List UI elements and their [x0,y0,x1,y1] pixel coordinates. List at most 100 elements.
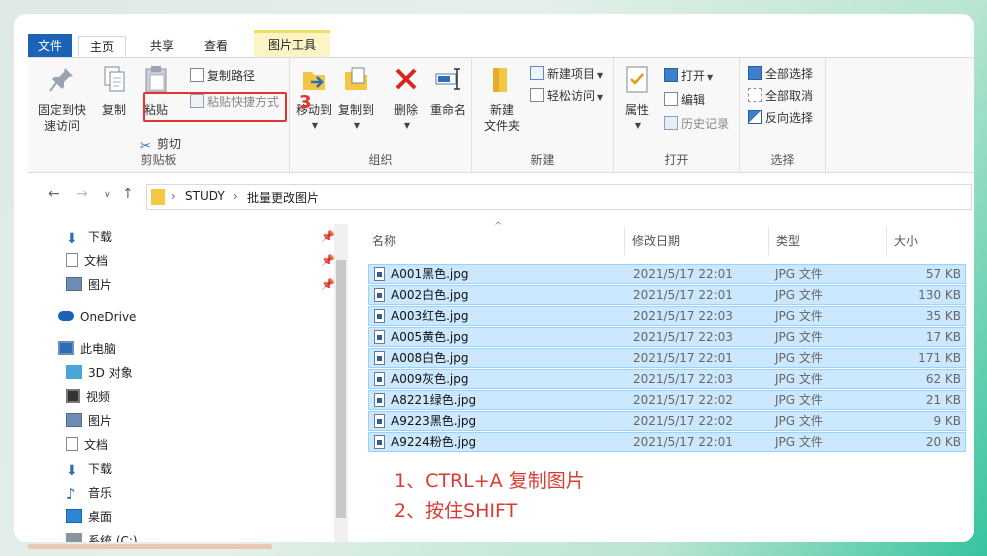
rename-button[interactable]: 重命名 [428,64,468,118]
nav-quick-pictures[interactable]: 图片 [66,274,112,296]
document-icon [66,437,78,451]
table-row[interactable]: A002白色.jpg 2021/5/17 22:01 JPG 文件 130 KB [368,285,966,305]
file-type: JPG 文件 [775,372,823,386]
file-name: A005黄色.jpg [391,330,469,344]
column-divider[interactable] [886,227,887,255]
table-row[interactable]: A001黑色.jpg 2021/5/17 22:01 JPG 文件 57 KB [368,264,966,284]
breadcrumb-study[interactable]: STUDY [185,189,225,203]
select-none-button[interactable]: 全部取消 [748,86,813,106]
rename-icon [435,68,460,90]
easy-access-button[interactable]: 轻松访问 ▼ [530,86,603,106]
nav-this-pc[interactable]: 此电脑 [58,338,116,360]
edit-button[interactable]: 编辑 [664,90,705,110]
tab-share[interactable]: 共享 [142,36,182,58]
nav-pc-system-c[interactable]: 系统 (C:) [66,530,138,542]
tab-home[interactable]: 主页 [78,36,126,58]
delete-label: 删除 [393,103,418,117]
pin-icon[interactable]: 📌 [321,254,335,267]
navigation-pane: ⬇ 下载 📌 文档 📌 图片 📌 OneDrive 此电脑 3D 对象 视频 图片… [28,220,350,542]
instruction-note-1: 1、CTRL+A 复制图片 [394,470,585,492]
invert-selection-label: 反向选择 [765,111,814,125]
nav-pc-downloads[interactable]: ⬇ 下载 [66,458,112,480]
delete-button[interactable]: 删除 ▼ [388,64,424,134]
image-file-icon [374,288,385,302]
file-size: 57 KB [925,267,961,281]
invert-selection-icon [748,110,762,124]
select-all-icon [748,66,762,80]
nav-pc-desktop[interactable]: 桌面 [66,506,112,528]
nav-pc-documents[interactable]: 文档 [66,434,108,456]
pin-quick-access-button[interactable]: 固定到快 速访问 [34,64,90,134]
pin-icon[interactable]: 📌 [321,230,335,243]
column-header-size[interactable]: 大小 [894,225,918,257]
copy-button[interactable]: 复制 [94,64,134,118]
pin-icon[interactable]: 📌 [321,278,335,291]
file-size: 20 KB [925,435,961,449]
nav-label: 下载 [88,230,113,244]
image-file-icon [374,267,385,281]
properties-button[interactable]: 属性 ▼ [620,64,654,134]
column-header-date[interactable]: 修改日期 [632,225,680,257]
table-row[interactable]: A008白色.jpg 2021/5/17 22:01 JPG 文件 171 KB [368,348,966,368]
music-note-icon: ♪ [66,485,76,503]
invert-selection-button[interactable]: 反向选择 [748,108,813,128]
nav-scrollbar-thumb[interactable] [336,260,346,518]
table-row[interactable]: A009灰色.jpg 2021/5/17 22:03 JPG 文件 62 KB [368,369,966,389]
clipboard-group-label: 剪贴板 [140,153,177,167]
nav-quick-downloads[interactable]: ⬇ 下载 [66,226,112,248]
desktop-icon [66,509,82,523]
file-size: 21 KB [925,393,961,407]
history-button[interactable]: 历史记录 [664,114,729,134]
file-name: A8221绿色.jpg [391,393,477,407]
back-arrow-icon[interactable]: ← [48,186,60,202]
new-folder-button[interactable]: 新建 文件夹 [480,64,524,134]
table-row[interactable]: A8221绿色.jpg 2021/5/17 22:02 JPG 文件 21 KB [368,390,966,410]
table-row[interactable]: A9224粉色.jpg 2021/5/17 22:01 JPG 文件 20 KB [368,432,966,452]
forward-arrow-icon[interactable]: → [76,186,88,202]
tab-picture-tools[interactable]: 图片工具 [254,30,330,58]
column-header-type[interactable]: 类型 [776,225,800,257]
instruction-note-2: 2、按住SHIFT [394,500,518,522]
copy-to-button[interactable]: 复制到 ▼ [336,64,376,134]
tab-file[interactable]: 文件 [28,34,72,58]
nav-pc-music[interactable]: ♪ 音乐 [66,482,112,504]
table-row[interactable]: A9223黑色.jpg 2021/5/17 22:02 JPG 文件 9 KB [368,411,966,431]
new-item-button[interactable]: 新建项目 ▼ [530,64,603,84]
nav-pc-videos[interactable]: 视频 [66,386,110,408]
up-arrow-icon[interactable]: ↑ [122,186,134,202]
column-divider[interactable] [768,227,769,255]
column-divider[interactable] [624,227,625,255]
nav-scrollbar[interactable] [334,224,348,542]
select-none-label: 全部取消 [765,89,814,103]
file-date: 2021/5/17 22:03 [633,330,733,344]
image-file-icon [374,351,385,365]
nav-pc-3d-objects[interactable]: 3D 对象 [66,362,133,384]
file-size: 130 KB [918,288,961,302]
tab-picture-tools-label: 图片工具 [267,38,316,52]
recent-chevron-down-icon[interactable]: ∨ [104,190,111,200]
file-type: JPG 文件 [775,267,823,281]
table-row[interactable]: A005黄色.jpg 2021/5/17 22:03 JPG 文件 17 KB [368,327,966,347]
file-size: 9 KB [933,414,961,428]
group-new: 新建 文件夹 新建项目 ▼ 轻松访问 ▼ 新建 [472,58,614,172]
nav-quick-documents[interactable]: 文档 [66,250,108,272]
image-file-icon [374,435,385,449]
select-all-button[interactable]: 全部选择 [748,64,813,84]
copy-path-highlight [143,92,287,122]
new-folder-label-2: 文件夹 [483,119,520,133]
table-row[interactable]: A003红色.jpg 2021/5/17 22:03 JPG 文件 35 KB [368,306,966,326]
open-label: 打开 [681,69,706,83]
copy-path-button[interactable]: 复制路径 [190,66,255,86]
nav-pc-pictures[interactable]: 图片 [66,410,112,432]
file-size: 171 KB [918,351,961,365]
file-name: A002白色.jpg [391,288,469,302]
open-button[interactable]: 打开 ▼ [664,66,713,86]
column-header-name[interactable]: 名称 [372,225,396,257]
nav-onedrive[interactable]: OneDrive [58,306,136,328]
open-dropdown-icon: ▼ [707,73,714,82]
breadcrumb-current[interactable]: 批量更改图片 [247,189,319,206]
image-file-icon [374,372,385,386]
drive-icon [66,533,82,542]
tab-view[interactable]: 查看 [196,36,236,58]
address-input[interactable]: › STUDY › 批量更改图片 [146,184,972,210]
